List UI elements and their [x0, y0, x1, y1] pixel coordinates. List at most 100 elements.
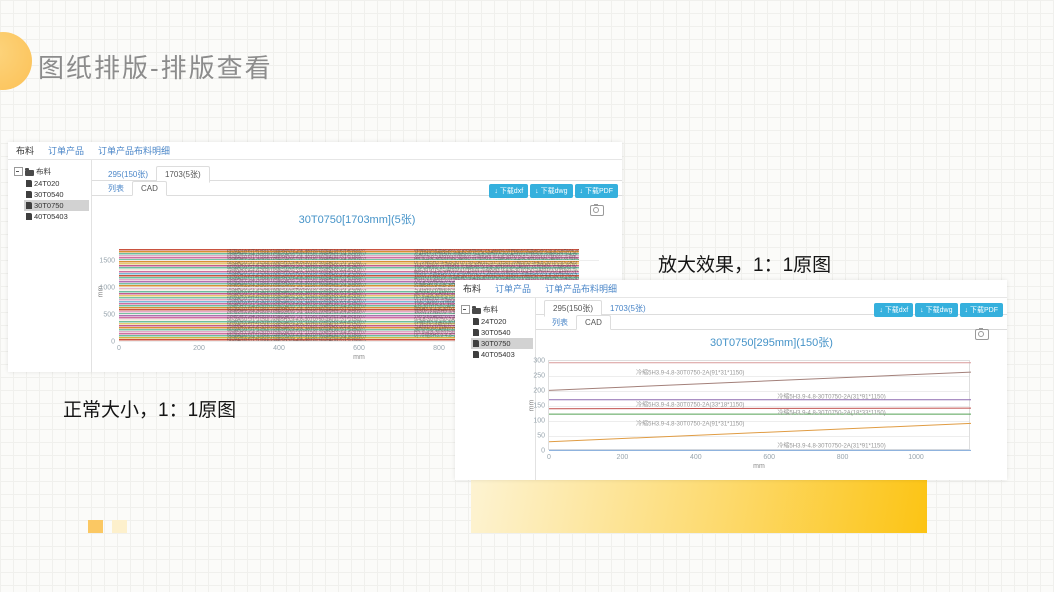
- overlapping-piece-labels: 冷缩5H3.9-4.8-30T0750-2A(91*31*1150) 冷缩5H3…: [227, 249, 367, 341]
- collapse-icon[interactable]: [461, 305, 470, 314]
- screenshot-zoomed: 布料 订单产品 订单产品布料明细 布料 24T020 30T0540 30T0750 40T…: [455, 280, 1007, 480]
- tree-item-label: 24T020: [481, 317, 506, 326]
- top-nav: 布料 订单产品 订单产品布料明细: [455, 280, 1007, 298]
- x-tick-label: 200: [193, 345, 205, 352]
- download-dwg-button[interactable]: ↓下载dwg: [915, 303, 957, 317]
- x-axis-label: mm: [549, 463, 969, 470]
- tab-295[interactable]: 295(150张): [100, 167, 156, 182]
- caption-normal-size: 正常大小，1：1原图: [63, 395, 236, 422]
- view-tab-bar: 列表CAD: [536, 315, 1007, 330]
- tree-item-30T0750[interactable]: 30T0750: [24, 200, 89, 211]
- y-tick-label: 50: [537, 433, 549, 440]
- tree-root-label: 布料: [36, 166, 51, 177]
- x-tick-label: 200: [617, 454, 629, 461]
- tab-cad[interactable]: CAD: [132, 181, 167, 196]
- export-buttons: ↓下载dxf ↓下载dwg ↓下载PDF: [489, 184, 618, 198]
- cut-line: [549, 423, 971, 441]
- tab-cad[interactable]: CAD: [576, 315, 611, 330]
- y-tick-label: 1500: [99, 258, 119, 265]
- gridline: [119, 260, 599, 261]
- deco-square-light: [112, 520, 127, 533]
- tree-root-fabric[interactable]: 布料: [459, 303, 533, 316]
- piece-label: 冷缩5H3.9-4.8-30T0750-2A(31*91*1150): [777, 391, 885, 400]
- x-tick-label: 0: [547, 454, 551, 461]
- nav-item-fabric[interactable]: 布料: [16, 146, 34, 156]
- tree-item-24T020[interactable]: 24T020: [24, 178, 89, 189]
- chart-title: 30T0750[295mm](150张): [536, 334, 1007, 350]
- collapse-icon[interactable]: [14, 167, 23, 176]
- download-icon: ↓: [535, 188, 539, 195]
- download-pdf-button[interactable]: ↓下载PDF: [575, 184, 619, 198]
- cut-line: [549, 372, 971, 390]
- y-tick-label: 1000: [99, 285, 119, 292]
- tree-item-30T0540[interactable]: 30T0540: [24, 189, 89, 200]
- piece-label: 冷缩5H3.9-4.8-30T0750-2A(18*33*1150): [777, 408, 885, 417]
- y-tick-label: 300: [533, 358, 549, 365]
- tree-item-24T020[interactable]: 24T020: [471, 316, 533, 327]
- export-buttons: ↓下载dxf ↓下载dwg ↓下载PDF: [874, 303, 1003, 317]
- tree-item-label: 30T0750: [34, 201, 64, 210]
- nav-item-order-product[interactable]: 订单产品: [495, 284, 531, 294]
- y-tick-label: 100: [533, 418, 549, 425]
- tree-item-30T0540[interactable]: 30T0540: [471, 327, 533, 338]
- chart-title: 30T0750[1703mm](5张): [92, 211, 622, 227]
- piece-label: 冷缩5H3.9-4.8-30T0750-2A(91*31*1150): [636, 419, 744, 428]
- deco-square-dark: [88, 520, 103, 533]
- tab-list[interactable]: 列表: [544, 315, 576, 330]
- tree-item-30T0750[interactable]: 30T0750: [471, 338, 533, 349]
- size-tab-bar: 295(150张)1703(5张): [92, 166, 622, 181]
- download-icon: ↓: [965, 307, 969, 314]
- file-icon: [26, 202, 32, 209]
- cut-lines: [549, 361, 971, 451]
- download-pdf-button[interactable]: ↓下载PDF: [960, 303, 1004, 317]
- tree-item-label: 30T0750: [481, 339, 511, 348]
- tab-list[interactable]: 列表: [100, 181, 132, 196]
- nav-item-order-product[interactable]: 订单产品: [48, 146, 84, 156]
- file-icon: [473, 351, 479, 358]
- top-nav: 布料 订单产品 订单产品布料明细: [8, 142, 622, 160]
- tree-root-label: 布料: [483, 304, 498, 315]
- deco-gradient-bar: [471, 479, 927, 533]
- download-icon: ↓: [494, 188, 498, 195]
- tree-item-label: 30T0540: [481, 328, 511, 337]
- download-dxf-button[interactable]: ↓下载dxf: [489, 184, 528, 198]
- download-icon: ↓: [920, 307, 924, 314]
- tree-item-40T05403[interactable]: 40T05403: [24, 211, 89, 222]
- nav-item-fabric[interactable]: 布料: [463, 284, 481, 294]
- piece-label: 冷缩5H3.9-4.8-30T0750-2A(31*91*1150): [777, 441, 885, 450]
- tab-1703[interactable]: 1703(5张): [602, 301, 654, 316]
- x-tick-label: 600: [763, 454, 775, 461]
- folder-icon: [472, 308, 481, 314]
- download-dwg-button[interactable]: ↓下载dwg: [530, 184, 572, 198]
- y-tick-label: 500: [103, 312, 119, 319]
- download-dxf-button[interactable]: ↓下载dxf: [874, 303, 913, 317]
- tree-item-label: 30T0540: [34, 190, 64, 199]
- x-tick-label: 400: [690, 454, 702, 461]
- tree-root-fabric[interactable]: 布料: [12, 165, 89, 178]
- nav-item-order-product-fabric-detail[interactable]: 订单产品布料明细: [98, 146, 170, 156]
- x-tick-label: 600: [353, 345, 365, 352]
- download-icon: ↓: [580, 188, 584, 195]
- piece-label: 冷缩5H3.9-4.8-30T0750-2A(33*18*1150): [636, 399, 744, 408]
- x-tick-label: 800: [837, 454, 849, 461]
- file-icon: [26, 213, 32, 220]
- y-tick-label: 150: [533, 403, 549, 410]
- tree-item-40T05403[interactable]: 40T05403: [471, 349, 533, 360]
- file-icon: [26, 180, 32, 187]
- fabric-tree: 布料 24T020 30T0540 30T075040T05403: [8, 160, 92, 372]
- accent-circle: [0, 32, 32, 90]
- tree-item-label: 40T05403: [481, 350, 515, 359]
- y-tick-label: 200: [533, 388, 549, 395]
- nav-item-order-product-fabric-detail[interactable]: 订单产品布料明细: [545, 284, 617, 294]
- file-icon: [473, 340, 479, 347]
- piece-label: 冷缩5H3.9-4.8-30T0750-2A(91*31*1150): [636, 367, 744, 376]
- tree-item-label: 24T020: [34, 179, 59, 188]
- folder-icon: [25, 170, 34, 176]
- caption-zoom-effect: 放大效果，1：1原图: [658, 250, 831, 277]
- page-title: 图纸排版-排版查看: [38, 48, 273, 85]
- x-tick-label: 0: [117, 345, 121, 352]
- x-tick-label: 800: [433, 345, 445, 352]
- cut-line: [549, 408, 971, 409]
- x-tick-label: 1000: [908, 454, 924, 461]
- file-icon: [26, 191, 32, 198]
